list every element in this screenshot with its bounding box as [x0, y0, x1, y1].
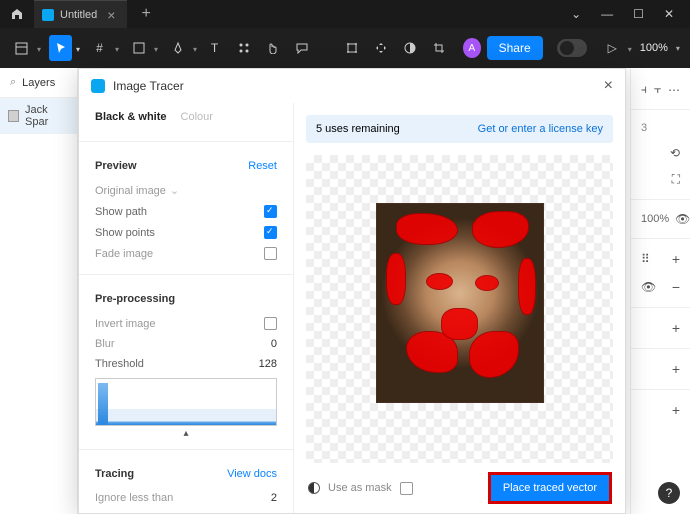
smooth-row: Smoothness1 — [95, 508, 277, 513]
show-points-row[interactable]: Show points — [95, 222, 277, 243]
add-fill-button[interactable]: + — [672, 251, 680, 267]
eye-icon[interactable]: 👁 — [675, 212, 690, 226]
crop-tool[interactable] — [428, 35, 451, 61]
text-tool[interactable]: T — [203, 35, 226, 61]
mask-checkbox[interactable] — [400, 482, 413, 495]
preview-label: Preview — [95, 160, 137, 172]
license-bar: 5 uses remaining Get or enter a license … — [306, 115, 613, 143]
tab-title: Untitled — [60, 9, 97, 21]
share-button[interactable]: Share — [487, 36, 543, 60]
close-window-icon[interactable]: ✕ — [664, 7, 674, 21]
menu-icon[interactable]: ▾ — [10, 35, 33, 61]
threshold-histogram[interactable] — [95, 378, 277, 426]
smooth-value[interactable]: 1 — [271, 512, 277, 513]
ignore-value[interactable]: 2 — [271, 492, 277, 504]
width-suffix: 3 — [641, 122, 647, 134]
hand-tool[interactable] — [261, 35, 284, 61]
threshold-marker[interactable]: ▴ — [95, 428, 277, 439]
license-link[interactable]: Get or enter a license key — [478, 123, 603, 135]
layer-name: Jack Spar — [25, 104, 69, 128]
layer-thumb-icon — [8, 110, 19, 122]
show-path-row[interactable]: Show path — [95, 201, 277, 222]
dropdown-icon[interactable]: ⌄ — [571, 7, 581, 21]
show-path-checkbox[interactable] — [264, 205, 277, 218]
home-icon[interactable] — [0, 8, 34, 20]
components-tool[interactable] — [232, 35, 255, 61]
mask-label: Use as mask — [328, 482, 392, 494]
document-tab[interactable]: Untitled × — [34, 0, 127, 28]
add-export-button[interactable]: + — [672, 402, 680, 418]
frame-tool[interactable]: #▾ — [88, 35, 111, 61]
corner-icon[interactable]: ⛶ — [672, 172, 680, 187]
tracer-icon — [91, 79, 105, 93]
blur-value[interactable]: 0 — [271, 338, 277, 350]
play-icon[interactable]: ▷▾ — [601, 35, 624, 61]
more-icon[interactable]: ⋯ — [668, 83, 680, 97]
pen-tool[interactable]: ▾ — [166, 35, 189, 61]
blur-row: Blur0 — [95, 334, 277, 354]
preproc-label: Pre-processing — [95, 293, 175, 305]
zoom-level[interactable]: 100% — [640, 42, 668, 54]
minus-button[interactable]: − — [672, 279, 680, 295]
threshold-value[interactable]: 128 — [259, 358, 277, 370]
align-left-icon[interactable]: ⫞ — [641, 82, 647, 97]
eye2-icon[interactable]: 👁 — [641, 280, 656, 294]
add-effect-button[interactable]: + — [672, 361, 680, 377]
tracing-label: Tracing — [95, 468, 134, 480]
preview-canvas — [306, 155, 613, 463]
uses-remaining: 5 uses remaining — [316, 123, 400, 135]
transform-tool[interactable] — [341, 35, 364, 61]
place-vector-button[interactable]: Place traced vector — [489, 473, 611, 503]
invert-checkbox[interactable] — [264, 317, 277, 330]
options-icon[interactable]: ⠿ — [641, 252, 650, 266]
view-docs-link[interactable]: View docs — [227, 468, 277, 480]
fade-image-checkbox[interactable] — [264, 247, 277, 260]
image-tracer-modal: Image Tracer × Black & white Colour Prev… — [78, 68, 626, 514]
shape-tool[interactable]: ▾ — [127, 35, 150, 61]
close-modal-button[interactable]: × — [604, 77, 613, 95]
search-icon[interactable]: ⌕ — [10, 76, 16, 89]
app-icon — [42, 9, 54, 21]
layers-header: Layers — [22, 77, 55, 89]
modal-title: Image Tracer — [113, 79, 184, 93]
maximize-icon[interactable]: ☐ — [633, 7, 644, 21]
ignore-row: Ignore less than2 — [95, 488, 277, 508]
layer-item[interactable]: Jack Spar — [0, 98, 77, 134]
preview-mode-select[interactable]: Original image ⌄ — [95, 180, 277, 201]
help-button[interactable]: ? — [658, 482, 680, 504]
contrast-tool[interactable] — [399, 35, 422, 61]
reset-button[interactable]: Reset — [248, 160, 277, 172]
add-stroke-button[interactable]: + — [672, 320, 680, 336]
minimize-icon[interactable]: — — [601, 7, 613, 21]
traced-image-preview — [376, 203, 544, 403]
opacity-value[interactable]: 100% — [641, 213, 669, 225]
invert-row[interactable]: Invert image — [95, 313, 277, 334]
pointer-tool[interactable]: ▾ — [49, 35, 72, 61]
code-toggle[interactable] — [557, 39, 587, 57]
mask-icon — [308, 482, 320, 494]
tab-colour[interactable]: Colour — [181, 111, 213, 123]
align-dist-icon[interactable]: ⫟ — [654, 82, 661, 97]
threshold-row: Threshold128 — [95, 354, 277, 374]
align-tool[interactable] — [370, 35, 393, 61]
show-points-checkbox[interactable] — [264, 226, 277, 239]
tab-bw[interactable]: Black & white — [95, 111, 167, 123]
avatar[interactable]: A — [463, 38, 481, 58]
link-icon[interactable]: ⟲ — [670, 146, 680, 160]
close-tab-icon[interactable]: × — [103, 7, 119, 23]
new-tab-button[interactable]: + — [127, 5, 164, 23]
comment-tool[interactable] — [290, 35, 313, 61]
fade-image-row[interactable]: Fade image — [95, 243, 277, 264]
